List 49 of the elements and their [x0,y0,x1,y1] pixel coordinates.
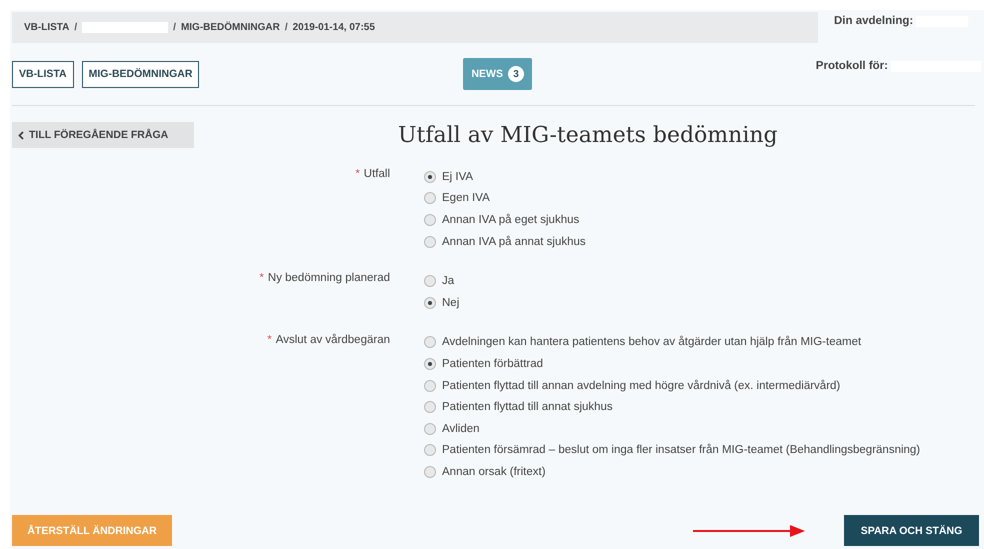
radio-button[interactable] [424,214,436,226]
breadcrumb-item[interactable]: 2019-01-14, 07:55 [292,22,375,33]
option-label[interactable]: Annan IVA på annat sjukhus [442,236,586,248]
page-title: Utfall av MIG-teamets bedömning [398,122,778,148]
required-asterisk: * [267,334,272,346]
required-asterisk: * [355,168,360,180]
news-button[interactable]: NEWS 3 [463,58,532,90]
radio-button[interactable] [424,170,436,183]
question-label: Ny bedömning planerad [268,272,390,284]
option-label[interactable]: Patienten försämrad – beslut om inga fler insatser från MIG-teamet (Behandlingsbegränsning) [442,444,920,456]
radio-button[interactable] [424,444,436,456]
option-label[interactable]: Avliden [442,422,480,435]
option-label[interactable]: Patienten flyttad till annan avdelning med högre vårdnivå (ex. intermediärvård) [442,380,840,392]
radio-button[interactable] [424,422,436,435]
option-label[interactable]: Annan orsak (fritext) [442,466,546,478]
nav-button[interactable]: MIG-BEDÖMNINGAR [82,60,200,88]
radio-button[interactable] [424,275,436,288]
option-label[interactable]: Patienten förbättrad [442,358,544,370]
news-count-badge: 3 [508,66,524,82]
breadcrumb-item[interactable]: MIG-BEDÖMNINGAR [180,22,280,33]
question-label: Utfall [364,168,390,180]
protocol-label: Protokoll för: [816,60,888,72]
breadcrumb-separator: / [173,22,176,33]
question-label: Avslut av vårdbegäran [276,334,390,346]
option-label[interactable]: Patienten flyttad till annat sjukhus [442,401,613,414]
chevron-left-icon [18,130,24,140]
radio-button[interactable] [424,192,436,204]
option-label[interactable]: Egen IVA [442,192,490,204]
arrow-icon [693,524,805,536]
radio-button[interactable] [424,466,436,478]
option-label[interactable]: Ja [442,275,454,288]
back-button[interactable]: TILL FÖREGÅENDE FRÅGA [12,122,194,148]
radio-button[interactable] [424,336,436,348]
breadcrumb-separator: / [74,22,78,33]
option-label[interactable]: Avdelningen kan hantera patientens behov av åtgärder utan hjälp från MIG-teamet [442,336,862,348]
breadcrumb-separator: / [284,22,288,33]
nav-button[interactable]: VB-LISTA [12,60,74,88]
radio-button[interactable] [424,380,436,392]
department-label: Din avdelning: [834,15,914,27]
option-label[interactable]: Ej IVA [442,170,474,183]
radio-button[interactable] [424,401,436,414]
radio-button[interactable] [424,358,436,370]
radio-button[interactable] [424,236,436,248]
breadcrumb-item[interactable]: VB-LISTA [24,22,70,33]
radio-button[interactable] [424,296,436,309]
save-button[interactable]: SPARA OCH STÄNG [844,515,979,546]
required-asterisk: * [259,272,264,284]
option-label[interactable]: Annan IVA på eget sjukhus [442,214,580,226]
option-label[interactable]: Nej [442,296,460,309]
